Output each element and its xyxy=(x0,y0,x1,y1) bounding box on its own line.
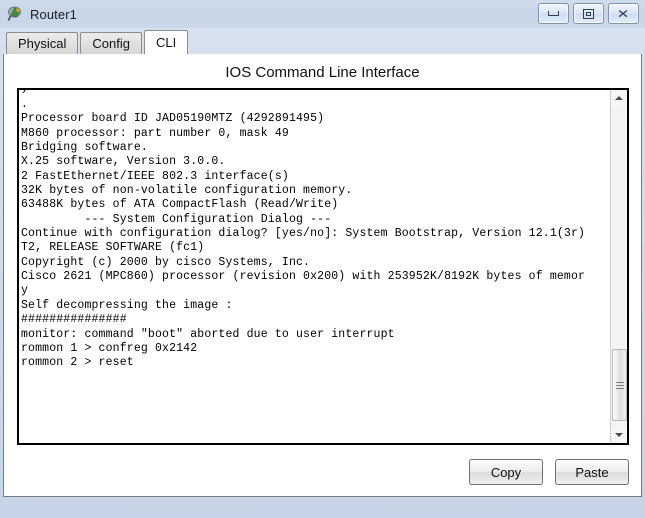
terminal-line: 32K bytes of non-volatile configuration … xyxy=(21,184,353,198)
terminal-line: M860 processor: part number 0, mask 49 xyxy=(21,126,289,140)
copy-button[interactable]: Copy xyxy=(469,459,543,485)
scroll-thumb[interactable] xyxy=(612,349,627,421)
terminal-line: Cisco 2621 (MPC860) processor (revision … xyxy=(21,270,586,284)
chevron-down-icon xyxy=(615,433,623,437)
chevron-up-icon xyxy=(615,96,623,100)
terminal-output[interactable]: y.Processor board ID JAD05190MTZ (429289… xyxy=(19,90,610,443)
window-controls: ✕ xyxy=(538,3,639,24)
router-cli-window: Router1 ✕ Physical Config CLI IOS Comman… xyxy=(0,0,645,518)
tab-config[interactable]: Config xyxy=(80,32,142,54)
terminal-line: rommon 1 > confreg 0x2142 xyxy=(21,341,198,355)
maximize-button[interactable] xyxy=(573,3,604,24)
close-button[interactable]: ✕ xyxy=(608,3,639,24)
terminal-line: Bridging software. xyxy=(21,141,148,155)
tab-cli[interactable]: CLI xyxy=(144,30,189,54)
action-buttons: Copy Paste xyxy=(469,459,629,485)
cli-panel: IOS Command Line Interface y.Processor b… xyxy=(3,54,642,497)
terminal-line: 63488K bytes of ATA CompactFlash (Read/W… xyxy=(21,198,339,212)
paste-button[interactable]: Paste xyxy=(555,459,629,485)
grip-icon xyxy=(615,380,624,391)
terminal-line: Copyright (c) 2000 by cisco Systems, Inc… xyxy=(21,255,311,269)
terminal-scrollbar[interactable] xyxy=(610,90,627,443)
terminal-line: y xyxy=(21,90,610,93)
window-title: Router1 xyxy=(30,6,77,22)
terminal-line: y xyxy=(21,284,29,298)
router-icon xyxy=(7,5,25,23)
title-bar: Router1 ✕ xyxy=(0,0,645,28)
tab-physical[interactable]: Physical xyxy=(6,32,79,54)
terminal-line: monitor: command "boot" aborted due to u… xyxy=(21,327,395,341)
terminal-line: rommon 2 > reset xyxy=(21,356,134,370)
terminal-container[interactable]: y.Processor board ID JAD05190MTZ (429289… xyxy=(17,88,629,445)
panel-title: IOS Command Line Interface xyxy=(225,64,420,81)
terminal-line: X.25 software, Version 3.0.0. xyxy=(21,155,226,169)
scroll-up-arrow[interactable] xyxy=(611,90,627,106)
minimize-icon xyxy=(548,11,559,16)
terminal-line: ############### xyxy=(21,313,127,327)
close-icon: ✕ xyxy=(617,6,630,21)
terminal-line: Processor board ID JAD05190MTZ (42928914… xyxy=(21,112,325,126)
tab-strip: Physical Config CLI xyxy=(0,28,645,54)
terminal-line: . xyxy=(21,98,29,111)
terminal-line: T2, RELEASE SOFTWARE (fc1) xyxy=(21,241,205,255)
minimize-button[interactable] xyxy=(538,3,569,24)
maximize-icon xyxy=(583,8,594,19)
terminal-line: 2 FastEthernet/IEEE 802.3 interface(s) xyxy=(21,169,289,183)
terminal-line: Continue with configuration dialog? [yes… xyxy=(21,227,586,241)
terminal-line: Self decompressing the image : xyxy=(21,298,233,312)
terminal-line: --- System Configuration Dialog --- xyxy=(21,212,332,226)
scroll-down-arrow[interactable] xyxy=(611,427,627,443)
